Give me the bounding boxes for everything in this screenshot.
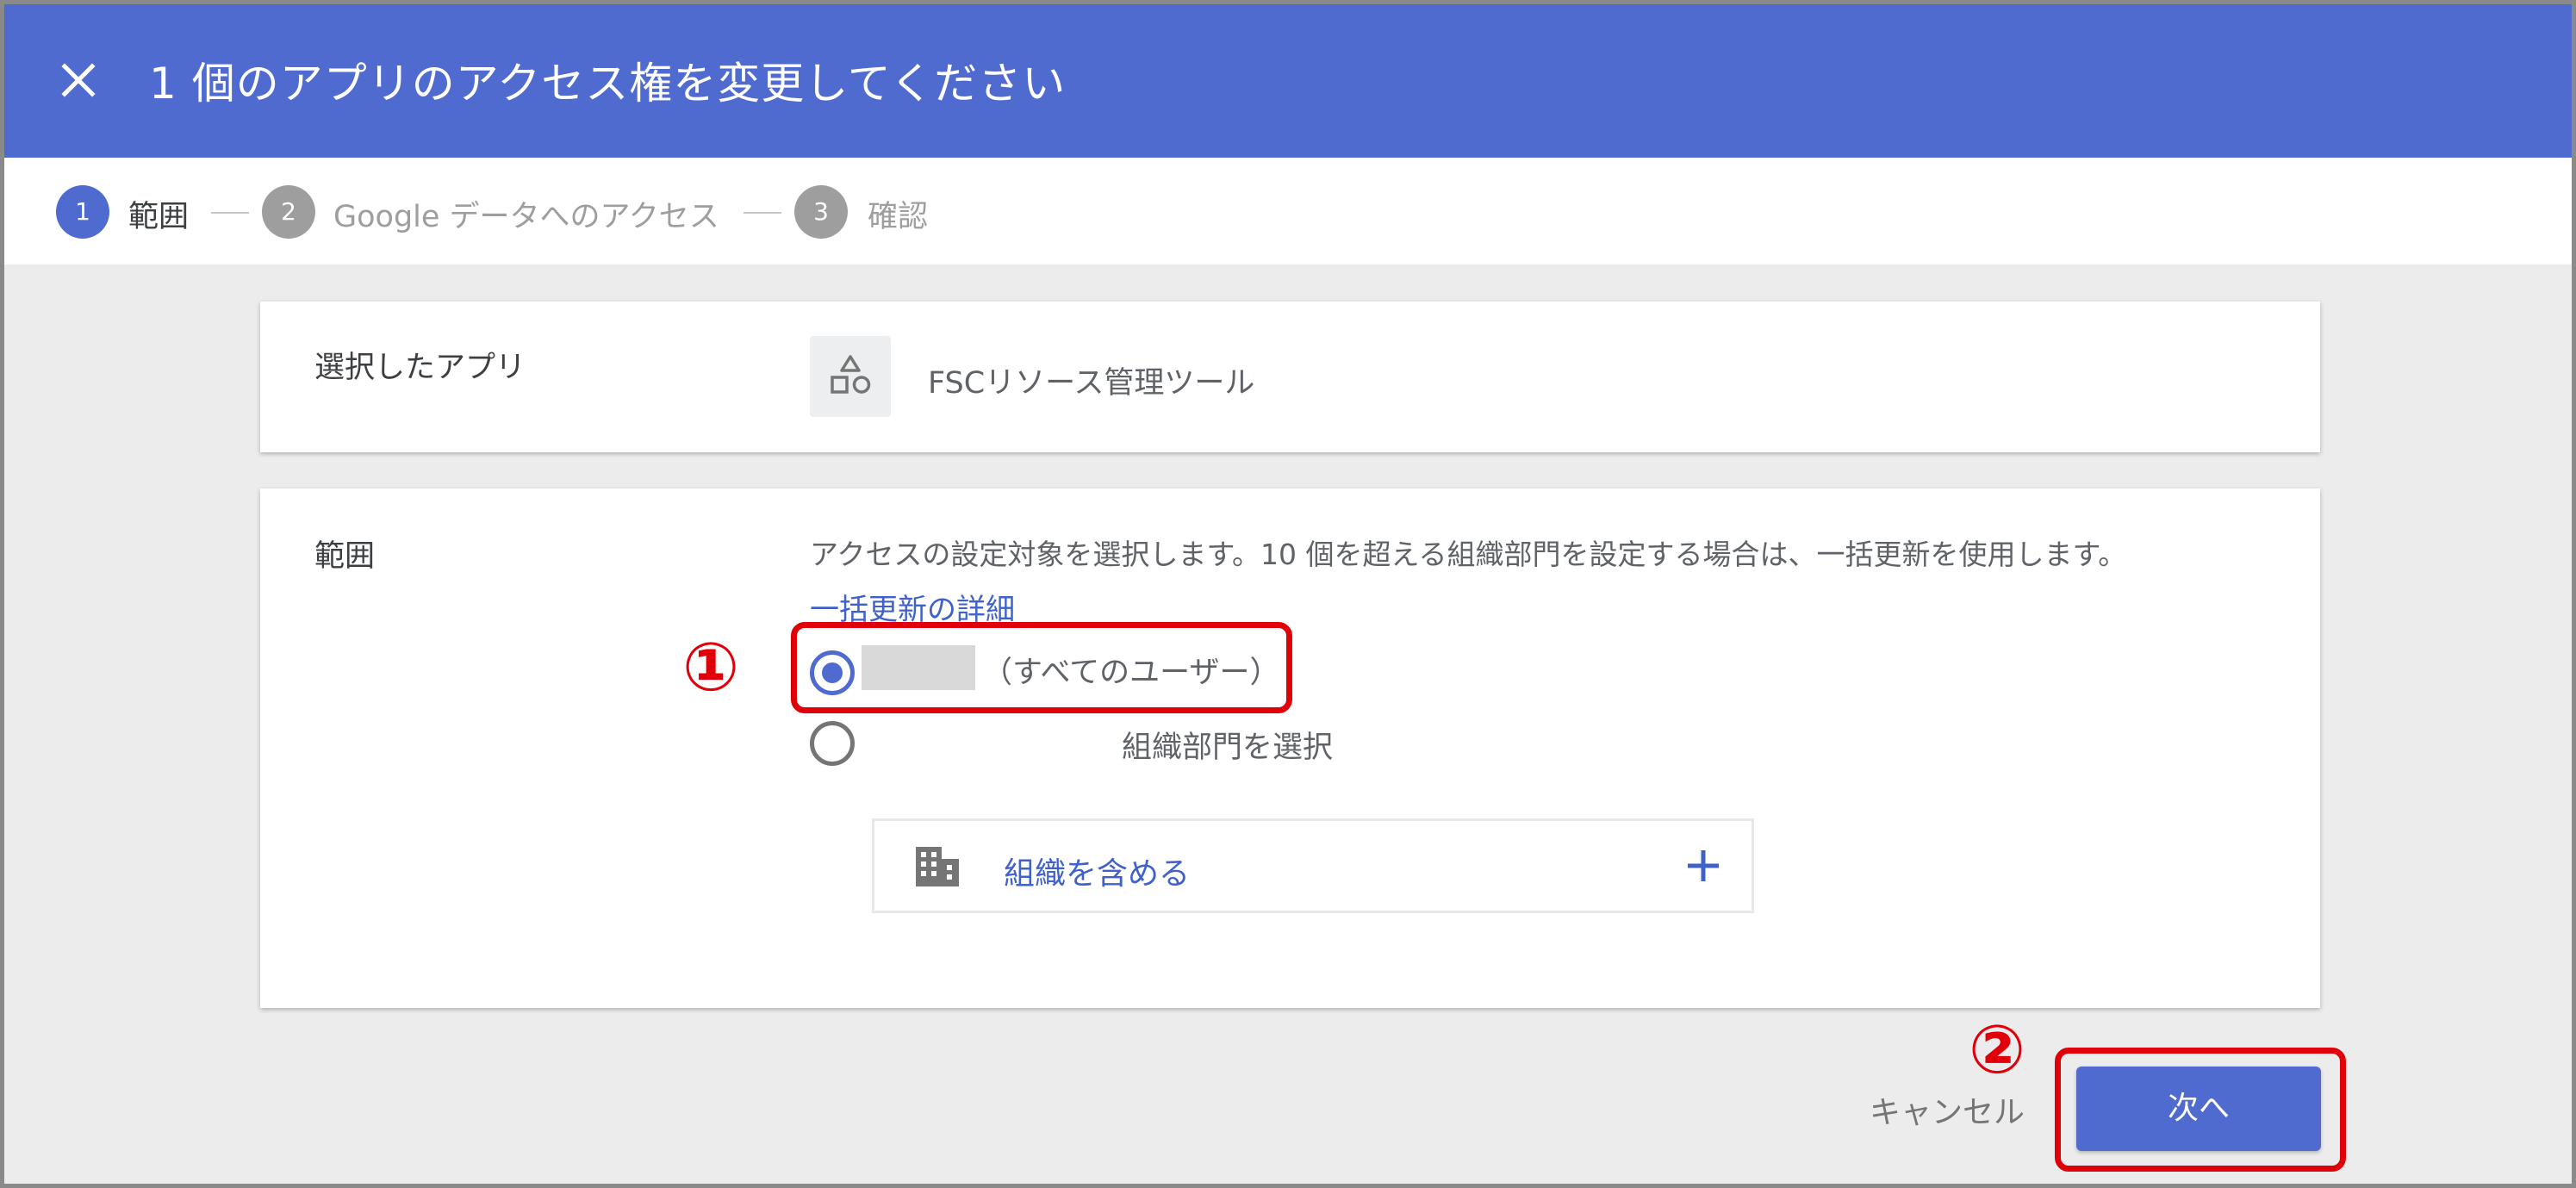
building-icon (916, 847, 959, 886)
add-org-button[interactable] (1681, 843, 1726, 888)
step-2-number: 2 (262, 185, 315, 239)
highlight-box-1 (791, 622, 1292, 713)
scope-description: アクセスの設定対象を選択します。10 個を超える組織部門を設定する場合は、一括更… (810, 538, 2127, 571)
step-2-label: Google データへのアクセス (333, 200, 719, 234)
include-org-row[interactable]: 組織を含める (872, 818, 1754, 913)
dialog-header: 1 個のアプリのアクセス権を変更してください (4, 4, 2572, 158)
stepper: 1 範囲 2 Google データへのアクセス 3 確認 (4, 158, 2572, 264)
step-3-number: 3 (794, 185, 848, 239)
step-separator (211, 212, 249, 214)
step-separator (744, 212, 781, 214)
close-icon (61, 63, 96, 97)
radio-select-org-unit[interactable] (810, 721, 855, 766)
shapes-icon (831, 355, 871, 394)
selected-app-card: 選択したアプリ FSCリソース管理ツール (260, 302, 2320, 452)
highlight-box-2 (2055, 1048, 2346, 1172)
step-1-label: 範囲 (128, 200, 190, 234)
callout-number-1: ① (682, 629, 740, 706)
app-icon-tile (810, 336, 891, 417)
app-name: FSCリソース管理ツール (928, 366, 1255, 401)
scope-card: 範囲 アクセスの設定対象を選択します。10 個を超える組織部門を設定する場合は、… (260, 488, 2320, 1008)
scope-label: 範囲 (314, 539, 376, 574)
cancel-button[interactable]: キャンセル (1870, 1087, 2025, 1132)
dialog-title: 1 個のアプリのアクセス権を変更してください (149, 59, 1067, 109)
radio-select-org-unit-label: 組織部門を選択 (1122, 731, 1334, 765)
step-3-label: 確認 (868, 200, 929, 234)
selected-app-label: 選択したアプリ (314, 351, 526, 385)
callout-number-2: ② (1969, 1011, 2026, 1089)
plus-icon (1688, 850, 1719, 881)
include-org-label: 組織を含める (1004, 856, 1191, 892)
close-button[interactable] (53, 54, 104, 106)
step-1-number: 1 (56, 185, 109, 239)
